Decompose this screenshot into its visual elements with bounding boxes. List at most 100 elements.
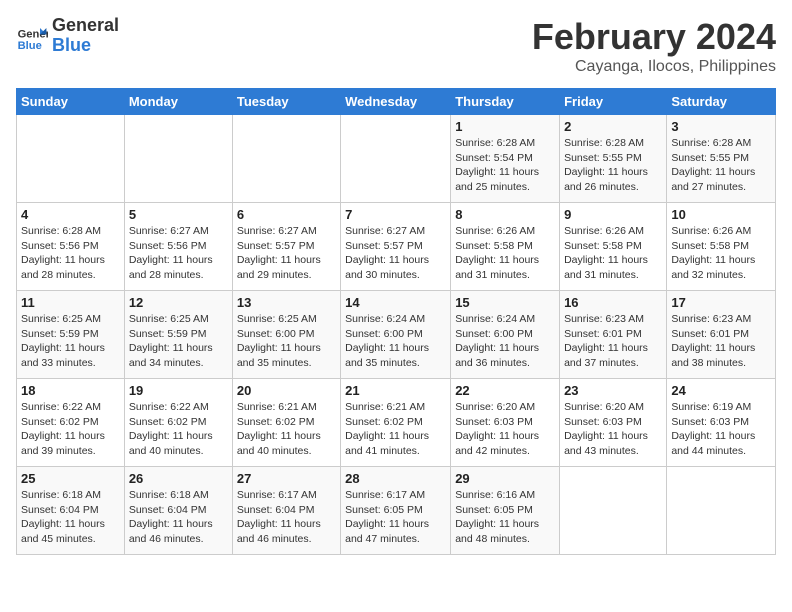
day-number: 8: [455, 207, 555, 222]
day-number: 16: [564, 295, 662, 310]
day-cell: 25 Sunrise: 6:18 AM Sunset: 6:04 PM Dayli…: [17, 467, 125, 555]
day-detail: Sunrise: 6:27 AM Sunset: 5:56 PM Dayligh…: [129, 224, 228, 283]
week-row-3: 11 Sunrise: 6:25 AM Sunset: 5:59 PM Dayli…: [17, 291, 776, 379]
day-detail: Sunrise: 6:27 AM Sunset: 5:57 PM Dayligh…: [237, 224, 336, 283]
day-number: 6: [237, 207, 336, 222]
day-number: 19: [129, 383, 228, 398]
logo-text: General Blue: [52, 16, 119, 56]
calendar-header: SundayMondayTuesdayWednesdayThursdayFrid…: [17, 89, 776, 115]
day-detail: Sunrise: 6:27 AM Sunset: 5:57 PM Dayligh…: [345, 224, 446, 283]
day-detail: Sunrise: 6:24 AM Sunset: 6:00 PM Dayligh…: [345, 312, 446, 371]
day-cell: 13 Sunrise: 6:25 AM Sunset: 6:00 PM Dayli…: [232, 291, 340, 379]
title-block: February 2024 Cayanga, Ilocos, Philippin…: [532, 16, 776, 76]
week-row-1: 1Sunrise: 6:28 AM Sunset: 5:54 PM Daylig…: [17, 115, 776, 203]
day-detail: Sunrise: 6:25 AM Sunset: 5:59 PM Dayligh…: [21, 312, 120, 371]
day-number: 24: [671, 383, 771, 398]
day-detail: Sunrise: 6:26 AM Sunset: 5:58 PM Dayligh…: [455, 224, 555, 283]
day-number: 12: [129, 295, 228, 310]
day-detail: Sunrise: 6:25 AM Sunset: 6:00 PM Dayligh…: [237, 312, 336, 371]
day-detail: Sunrise: 6:22 AM Sunset: 6:02 PM Dayligh…: [21, 400, 120, 459]
header-cell-tuesday: Tuesday: [232, 89, 340, 115]
day-detail: Sunrise: 6:25 AM Sunset: 5:59 PM Dayligh…: [129, 312, 228, 371]
day-detail: Sunrise: 6:21 AM Sunset: 6:02 PM Dayligh…: [345, 400, 446, 459]
day-number: 21: [345, 383, 446, 398]
day-cell: 22 Sunrise: 6:20 AM Sunset: 6:03 PM Dayli…: [451, 379, 560, 467]
calendar-table: SundayMondayTuesdayWednesdayThursdayFrid…: [16, 88, 776, 555]
header-cell-monday: Monday: [124, 89, 232, 115]
day-cell: 1Sunrise: 6:28 AM Sunset: 5:54 PM Daylig…: [451, 115, 560, 203]
day-detail: Sunrise: 6:26 AM Sunset: 5:58 PM Dayligh…: [564, 224, 662, 283]
week-row-2: 4Sunrise: 6:28 AM Sunset: 5:56 PM Daylig…: [17, 203, 776, 291]
day-number: 5: [129, 207, 228, 222]
day-cell: 29Sunrise: 6:16 AM Sunset: 6:05 PM Dayli…: [451, 467, 560, 555]
week-row-4: 18 Sunrise: 6:22 AM Sunset: 6:02 PM Dayli…: [17, 379, 776, 467]
day-detail: Sunrise: 6:24 AM Sunset: 6:00 PM Dayligh…: [455, 312, 555, 371]
day-detail: Sunrise: 6:22 AM Sunset: 6:02 PM Dayligh…: [129, 400, 228, 459]
day-number: 22: [455, 383, 555, 398]
day-cell: 4Sunrise: 6:28 AM Sunset: 5:56 PM Daylig…: [17, 203, 125, 291]
svg-text:General: General: [18, 28, 48, 40]
day-cell: 7 Sunrise: 6:27 AM Sunset: 5:57 PM Daylig…: [341, 203, 451, 291]
day-cell: [341, 115, 451, 203]
day-detail: Sunrise: 6:18 AM Sunset: 6:04 PM Dayligh…: [21, 488, 120, 547]
day-number: 18: [21, 383, 120, 398]
day-number: 10: [671, 207, 771, 222]
day-number: 9: [564, 207, 662, 222]
day-cell: 2Sunrise: 6:28 AM Sunset: 5:55 PM Daylig…: [560, 115, 667, 203]
day-number: 20: [237, 383, 336, 398]
day-cell: [667, 467, 776, 555]
header-row: SundayMondayTuesdayWednesdayThursdayFrid…: [17, 89, 776, 115]
day-cell: 11 Sunrise: 6:25 AM Sunset: 5:59 PM Dayli…: [17, 291, 125, 379]
svg-text:Blue: Blue: [18, 40, 42, 52]
day-detail: Sunrise: 6:16 AM Sunset: 6:05 PM Dayligh…: [455, 488, 555, 547]
day-detail: Sunrise: 6:21 AM Sunset: 6:02 PM Dayligh…: [237, 400, 336, 459]
header-cell-wednesday: Wednesday: [341, 89, 451, 115]
day-detail: Sunrise: 6:23 AM Sunset: 6:01 PM Dayligh…: [564, 312, 662, 371]
day-cell: 8 Sunrise: 6:26 AM Sunset: 5:58 PM Daylig…: [451, 203, 560, 291]
header-cell-thursday: Thursday: [451, 89, 560, 115]
logo-line1: General: [52, 16, 119, 36]
day-detail: Sunrise: 6:26 AM Sunset: 5:58 PM Dayligh…: [671, 224, 771, 283]
header-cell-saturday: Saturday: [667, 89, 776, 115]
day-cell: 3 Sunrise: 6:28 AM Sunset: 5:55 PM Daylig…: [667, 115, 776, 203]
day-cell: 12 Sunrise: 6:25 AM Sunset: 5:59 PM Dayli…: [124, 291, 232, 379]
subtitle: Cayanga, Ilocos, Philippines: [532, 58, 776, 76]
day-cell: 15Sunrise: 6:24 AM Sunset: 6:00 PM Dayli…: [451, 291, 560, 379]
day-cell: 17Sunrise: 6:23 AM Sunset: 6:01 PM Dayli…: [667, 291, 776, 379]
day-cell: [232, 115, 340, 203]
day-number: 17: [671, 295, 771, 310]
day-cell: 26Sunrise: 6:18 AM Sunset: 6:04 PM Dayli…: [124, 467, 232, 555]
day-cell: 21 Sunrise: 6:21 AM Sunset: 6:02 PM Dayli…: [341, 379, 451, 467]
day-cell: 28Sunrise: 6:17 AM Sunset: 6:05 PM Dayli…: [341, 467, 451, 555]
day-number: 13: [237, 295, 336, 310]
day-cell: 10 Sunrise: 6:26 AM Sunset: 5:58 PM Dayli…: [667, 203, 776, 291]
day-number: 14: [345, 295, 446, 310]
day-cell: 9 Sunrise: 6:26 AM Sunset: 5:58 PM Daylig…: [560, 203, 667, 291]
day-number: 4: [21, 207, 120, 222]
day-cell: [560, 467, 667, 555]
day-number: 3: [671, 119, 771, 134]
day-number: 2: [564, 119, 662, 134]
day-cell: 14 Sunrise: 6:24 AM Sunset: 6:00 PM Dayli…: [341, 291, 451, 379]
day-cell: 23 Sunrise: 6:20 AM Sunset: 6:03 PM Dayli…: [560, 379, 667, 467]
day-number: 7: [345, 207, 446, 222]
day-detail: Sunrise: 6:28 AM Sunset: 5:55 PM Dayligh…: [671, 136, 771, 195]
day-number: 11: [21, 295, 120, 310]
day-detail: Sunrise: 6:20 AM Sunset: 6:03 PM Dayligh…: [455, 400, 555, 459]
day-cell: 18 Sunrise: 6:22 AM Sunset: 6:02 PM Dayli…: [17, 379, 125, 467]
day-cell: [17, 115, 125, 203]
day-number: 23: [564, 383, 662, 398]
day-number: 1: [455, 119, 555, 134]
day-detail: Sunrise: 6:20 AM Sunset: 6:03 PM Dayligh…: [564, 400, 662, 459]
header: General Blue General Blue February 2024 …: [16, 16, 776, 76]
day-number: 25: [21, 471, 120, 486]
day-cell: 16 Sunrise: 6:23 AM Sunset: 6:01 PM Dayli…: [560, 291, 667, 379]
main-title: February 2024: [532, 16, 776, 58]
logo: General Blue General Blue: [16, 16, 119, 56]
day-cell: 19 Sunrise: 6:22 AM Sunset: 6:02 PM Dayli…: [124, 379, 232, 467]
calendar-body: 1Sunrise: 6:28 AM Sunset: 5:54 PM Daylig…: [17, 115, 776, 555]
day-cell: [124, 115, 232, 203]
header-cell-friday: Friday: [560, 89, 667, 115]
day-detail: Sunrise: 6:17 AM Sunset: 6:05 PM Dayligh…: [345, 488, 446, 547]
day-detail: Sunrise: 6:17 AM Sunset: 6:04 PM Dayligh…: [237, 488, 336, 547]
